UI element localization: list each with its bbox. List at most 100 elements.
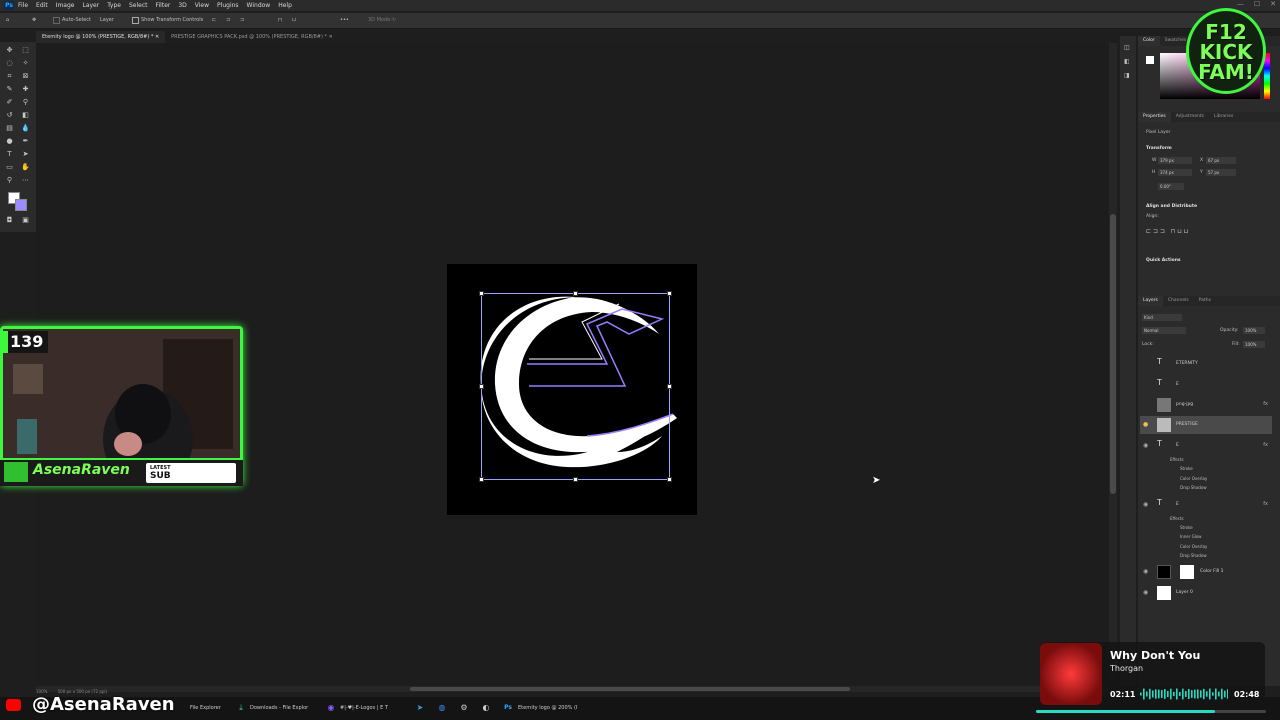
target-select[interactable]: Layer bbox=[100, 17, 114, 23]
tab-graphics-pack[interactable]: PRESTIGE GRAPHICS PACK.psd @ 100% (PREST… bbox=[165, 31, 339, 43]
align-center-icon[interactable]: ⊐ bbox=[226, 17, 230, 23]
effect-drop-shadow[interactable]: Drop Shadow bbox=[1180, 553, 1207, 558]
fill-field[interactable]: 100% bbox=[1243, 341, 1265, 348]
layer-row[interactable]: T ETERNITY bbox=[1140, 355, 1272, 373]
3d-rotate-icon[interactable]: ↻ bbox=[392, 17, 396, 23]
home-icon[interactable]: ⌂ bbox=[6, 17, 9, 23]
x-field[interactable]: 67 px bbox=[1206, 157, 1236, 164]
transform-handle-bl[interactable] bbox=[479, 477, 484, 482]
tab-adjustments[interactable]: Adjustments bbox=[1171, 112, 1209, 122]
menu-edit[interactable]: Edit bbox=[36, 2, 48, 9]
taskbar-downloads[interactable]: Downloads - File Explor bbox=[250, 705, 308, 711]
fx-icon[interactable]: fx bbox=[1263, 501, 1268, 507]
transform-section[interactable]: Transform bbox=[1146, 146, 1172, 151]
align-section[interactable]: Align and Distribute bbox=[1146, 204, 1197, 209]
height-field[interactable]: 374 px bbox=[1158, 169, 1192, 176]
angle-field[interactable]: 0.00° bbox=[1158, 183, 1184, 190]
menu-type[interactable]: Type bbox=[107, 2, 121, 9]
width-field[interactable]: 379 px bbox=[1158, 157, 1192, 164]
tab-properties[interactable]: Properties bbox=[1138, 112, 1171, 122]
screen-mode-icon[interactable]: ▣ bbox=[21, 216, 30, 225]
menu-image[interactable]: Image bbox=[56, 2, 75, 9]
align-right-icon[interactable]: ⊐ bbox=[240, 17, 244, 23]
transform-handle-br[interactable] bbox=[667, 477, 672, 482]
transform-handle-b[interactable] bbox=[573, 477, 578, 482]
visibility-eye-icon[interactable]: ◉ bbox=[1143, 501, 1148, 508]
magic-wand-icon[interactable]: ✧ bbox=[21, 59, 30, 68]
layer-row[interactable]: ◉ Color Fill 1 bbox=[1140, 563, 1272, 581]
brush-icon[interactable]: ✐ bbox=[5, 98, 14, 107]
rectangle-icon[interactable]: ▭ bbox=[5, 163, 14, 172]
fx-icon[interactable]: fx bbox=[1263, 442, 1268, 448]
move-tool-icon[interactable]: ✥ bbox=[32, 17, 36, 23]
transform-handle-t[interactable] bbox=[573, 291, 578, 296]
tab-color[interactable]: Color bbox=[1138, 36, 1160, 46]
pen-icon[interactable]: ✒ bbox=[21, 137, 30, 146]
menu-filter[interactable]: Filter bbox=[156, 2, 171, 9]
effect-color-overlay[interactable]: Color Overlay bbox=[1180, 476, 1207, 481]
transform-bounding-box[interactable] bbox=[479, 291, 672, 482]
effect-drop-shadow[interactable]: Drop Shadow bbox=[1180, 485, 1207, 490]
tab-libraries[interactable]: Libraries bbox=[1209, 112, 1238, 122]
auto-select-checkbox[interactable] bbox=[53, 17, 60, 24]
transform-handle-l[interactable] bbox=[479, 384, 484, 389]
healing-icon[interactable]: ✚ bbox=[21, 85, 30, 94]
transform-handle-r[interactable] bbox=[667, 384, 672, 389]
effect-inner-glow[interactable]: Inner Glow bbox=[1180, 534, 1202, 539]
quick-actions-section[interactable]: Quick Actions bbox=[1146, 258, 1181, 263]
tab-paths[interactable]: Paths bbox=[1194, 296, 1216, 306]
taskbar-photoshop[interactable]: Eternity logo @ 200% (I bbox=[518, 705, 577, 711]
gradient-icon[interactable]: ▤ bbox=[5, 124, 14, 133]
history-icon[interactable]: ◫ bbox=[1124, 44, 1130, 51]
align-top-icon[interactable]: ⊓ bbox=[278, 17, 282, 23]
align-middle-icon[interactable]: ⊔ bbox=[292, 17, 296, 23]
menu-plugins[interactable]: Plugins bbox=[217, 2, 239, 9]
minimize-icon[interactable]: — bbox=[1237, 0, 1244, 8]
browser-icon[interactable]: ◍ bbox=[437, 703, 447, 713]
tab-channels[interactable]: Channels bbox=[1163, 296, 1194, 306]
menu-file[interactable]: File bbox=[18, 2, 28, 9]
menu-select[interactable]: Select bbox=[129, 2, 148, 9]
history-brush-icon[interactable]: ↺ bbox=[5, 111, 14, 120]
eraser-icon[interactable]: ◧ bbox=[21, 111, 30, 120]
layer-filter-kind[interactable]: Kind bbox=[1142, 314, 1182, 321]
comments-icon[interactable]: ◨ bbox=[1124, 72, 1130, 79]
y-field[interactable]: 57 px bbox=[1206, 169, 1236, 176]
horizontal-scroll-thumb[interactable] bbox=[410, 687, 850, 691]
layer-row[interactable]: png-jpg fx bbox=[1140, 396, 1272, 414]
menu-help[interactable]: Help bbox=[278, 2, 292, 9]
blend-mode-select[interactable]: Normal bbox=[1142, 327, 1186, 334]
effect-stroke[interactable]: Stroke bbox=[1180, 525, 1193, 530]
effect-color-overlay[interactable]: Color Overlay bbox=[1180, 544, 1207, 549]
discord-icon[interactable]: ◉ bbox=[326, 703, 336, 713]
transform-controls-checkbox[interactable] bbox=[132, 17, 139, 24]
hand-icon[interactable]: ✋ bbox=[21, 163, 30, 172]
layer-row[interactable]: ◉ T E fx bbox=[1140, 496, 1272, 514]
opacity-field[interactable]: 100% bbox=[1243, 327, 1265, 334]
visibility-eye-icon[interactable]: ◉ bbox=[1143, 568, 1148, 575]
background-color-swatch[interactable] bbox=[15, 199, 27, 211]
effect-stroke[interactable]: Stroke bbox=[1180, 466, 1193, 471]
align-buttons-icon[interactable]: ⊏ ⊐ ⊐ ⊓ ⊔ ⊔ bbox=[1146, 228, 1188, 235]
move-icon[interactable]: ✥ bbox=[5, 46, 14, 55]
type-icon[interactable]: T bbox=[5, 150, 14, 159]
quick-mask-icon[interactable]: ◘ bbox=[5, 216, 14, 225]
more-options-icon[interactable]: ••• bbox=[340, 17, 349, 23]
menu-view[interactable]: View bbox=[195, 2, 209, 9]
maximize-icon[interactable]: ☐ bbox=[1254, 0, 1260, 8]
more-tools-icon[interactable]: ⋯ bbox=[21, 176, 30, 185]
zoom-icon[interactable]: ⚲ bbox=[5, 176, 14, 185]
taskbar-discord[interactable]: #|-♥|-E-Logos | E T bbox=[340, 705, 388, 711]
frame-icon[interactable]: ⊠ bbox=[21, 72, 30, 81]
layer-row[interactable]: T E bbox=[1140, 376, 1272, 394]
stamp-icon[interactable]: ⚲ bbox=[21, 98, 30, 107]
menu-layer[interactable]: Layer bbox=[82, 2, 99, 9]
dodge-icon[interactable]: ● bbox=[5, 137, 14, 146]
path-select-icon[interactable]: ➤ bbox=[21, 150, 30, 159]
tab-eternity-logo[interactable]: Eternity logo @ 100% (PRESTIGE, RGB/8#) … bbox=[36, 31, 166, 43]
download-icon[interactable]: ⤓ bbox=[236, 703, 246, 713]
eyedropper-icon[interactable]: ✎ bbox=[5, 85, 14, 94]
visibility-eye-icon[interactable]: ◉ bbox=[1143, 589, 1148, 596]
photoshop-taskbar-icon[interactable]: Ps bbox=[503, 703, 513, 713]
close-icon[interactable]: ✕ bbox=[1270, 0, 1276, 8]
